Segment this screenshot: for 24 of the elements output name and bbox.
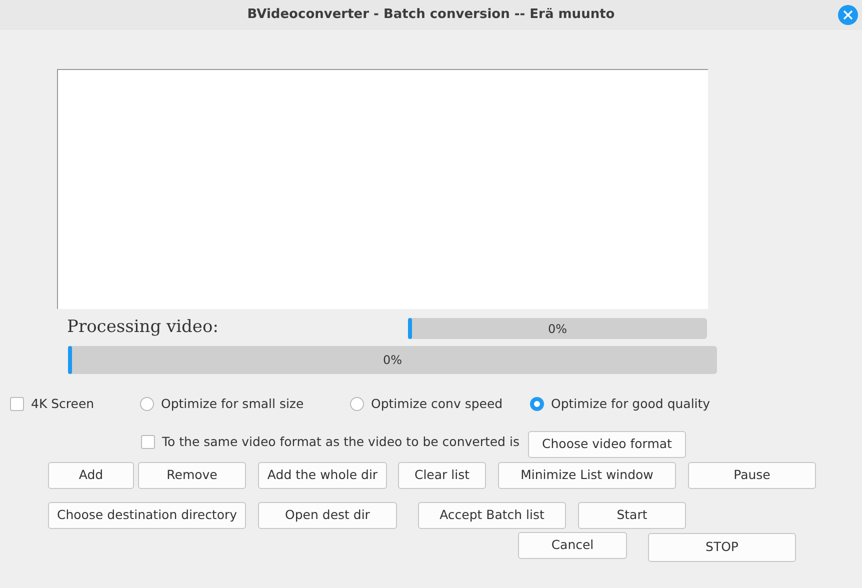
push-button[interactable]: Pause	[688, 462, 816, 489]
push-button[interactable]: Choose video format	[528, 431, 686, 458]
push-button[interactable]: STOP	[648, 533, 796, 562]
push-button[interactable]: Choose destination directory	[48, 502, 246, 529]
processing-label: Processing video:	[67, 317, 220, 337]
push-button[interactable]: Cancel	[518, 532, 627, 559]
window-title: BVideoconverter - Batch conversion -- Erä muunto	[247, 6, 615, 24]
push-button[interactable]: Start	[578, 502, 686, 529]
push-button[interactable]: Add	[48, 462, 134, 489]
progress-bar: 0%	[408, 318, 707, 339]
push-button[interactable]: Open dest dir	[258, 502, 397, 529]
checkbox-option[interactable]: To the same video format as the video to be converted is	[141, 433, 520, 452]
progress-bar: 0%	[68, 346, 717, 374]
radio-option[interactable]: Optimize for small size	[140, 394, 304, 414]
close-icon	[843, 10, 853, 20]
push-button[interactable]: Remove	[138, 462, 246, 489]
push-button[interactable]: Clear list	[398, 462, 486, 489]
push-button[interactable]: Add the whole dir	[258, 462, 387, 489]
radio-option[interactable]: Optimize conv speed	[350, 394, 503, 414]
radio-option[interactable]: Optimize for good quality	[530, 394, 710, 414]
push-button[interactable]: Accept Batch list	[418, 502, 566, 529]
push-button[interactable]: Minimize List window	[498, 462, 676, 489]
close-button[interactable]	[838, 5, 858, 25]
checkbox-option[interactable]: 4K Screen	[10, 394, 94, 414]
